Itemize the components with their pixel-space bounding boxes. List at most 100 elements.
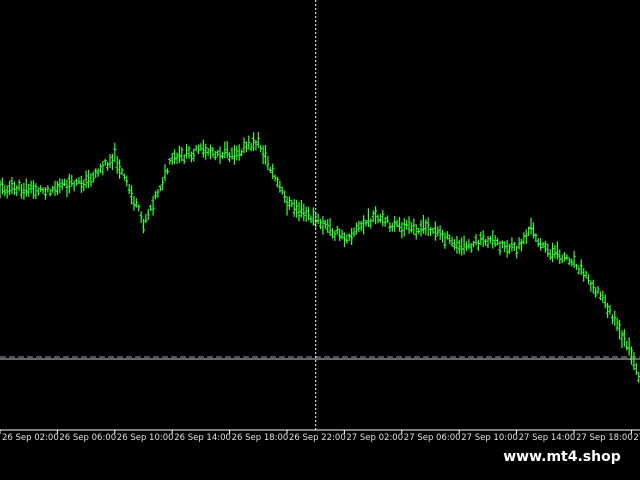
price-bar bbox=[426, 217, 430, 237]
price-bar bbox=[74, 178, 79, 186]
price-chart[interactable] bbox=[0, 0, 640, 450]
price-bar bbox=[562, 252, 567, 262]
price-bar bbox=[436, 226, 440, 237]
price-bar bbox=[192, 148, 196, 162]
price-bar bbox=[10, 177, 14, 194]
price-bar bbox=[165, 168, 170, 175]
price-bar bbox=[242, 137, 246, 154]
price-bar bbox=[218, 146, 222, 164]
price-bar bbox=[586, 273, 591, 285]
price-bar bbox=[271, 163, 275, 180]
price-bar bbox=[531, 222, 536, 239]
price-bar bbox=[292, 199, 296, 217]
price-bar bbox=[397, 216, 402, 232]
price-bars bbox=[0, 131, 640, 383]
price-bar bbox=[589, 280, 593, 292]
price-bar bbox=[359, 220, 363, 231]
price-bar bbox=[462, 235, 466, 255]
price-bar bbox=[316, 213, 320, 225]
price-bar bbox=[402, 218, 406, 237]
time-tick-label: 27 Sep 18:00 bbox=[576, 433, 633, 443]
price-bar bbox=[84, 170, 88, 189]
price-bar bbox=[596, 285, 600, 294]
price-bar bbox=[115, 156, 119, 174]
price-bar bbox=[89, 173, 93, 187]
time-tick-label: 27 Sep 02:00 bbox=[346, 433, 404, 443]
price-bar bbox=[412, 218, 416, 235]
price-bar bbox=[86, 169, 91, 188]
price-bar bbox=[369, 218, 373, 229]
price-bar bbox=[558, 249, 562, 265]
price-bar bbox=[328, 218, 332, 236]
price-bar bbox=[567, 257, 571, 266]
price-bar bbox=[622, 329, 626, 347]
price-bar bbox=[41, 187, 45, 194]
price-bar bbox=[153, 190, 158, 200]
price-bar bbox=[254, 140, 258, 151]
price-bar bbox=[156, 189, 160, 198]
price-bar bbox=[460, 237, 464, 256]
price-bar bbox=[419, 220, 423, 237]
price-bar bbox=[72, 180, 76, 192]
price-bar bbox=[55, 181, 60, 195]
watermark-logo: www.mt4.shop bbox=[496, 445, 628, 470]
price-bar bbox=[488, 235, 492, 244]
price-bar bbox=[493, 235, 497, 248]
price-bar bbox=[146, 208, 150, 220]
price-bar bbox=[512, 241, 516, 251]
time-tick-label: 26 Sep 06:00 bbox=[59, 433, 117, 443]
price-bar bbox=[27, 184, 31, 197]
price-bar bbox=[338, 228, 342, 242]
price-bar bbox=[137, 204, 141, 212]
price-bar bbox=[31, 180, 36, 199]
chart-window[interactable]: 26 Sep 02:00 26 Sep 06:00 26 Sep 10:00 26 S… bbox=[0, 0, 640, 480]
price-bar bbox=[474, 234, 478, 246]
time-tick-label: 26 Sep 10:00 bbox=[116, 433, 174, 443]
price-bar bbox=[5, 185, 9, 199]
price-bar bbox=[433, 221, 437, 241]
price-bar bbox=[244, 141, 248, 153]
price-bar bbox=[19, 183, 24, 199]
price-bar bbox=[598, 291, 603, 301]
price-bar bbox=[285, 196, 289, 216]
price-bar bbox=[565, 254, 569, 261]
price-bar bbox=[22, 182, 26, 200]
price-bar bbox=[555, 241, 559, 260]
price-bar bbox=[118, 159, 122, 179]
price-bar bbox=[362, 215, 366, 235]
time-tick-label: 27 bbox=[633, 433, 640, 443]
price-bar bbox=[149, 204, 153, 211]
price-bar bbox=[484, 238, 488, 246]
price-bar bbox=[543, 241, 548, 253]
price-bar bbox=[613, 310, 617, 326]
price-bar bbox=[424, 219, 428, 236]
price-bar bbox=[610, 314, 614, 325]
price-bar bbox=[309, 215, 313, 223]
price-bar bbox=[275, 176, 280, 188]
price-bar bbox=[476, 239, 481, 251]
price-bar bbox=[627, 337, 631, 356]
price-bar bbox=[505, 240, 509, 258]
price-bar bbox=[347, 233, 351, 241]
price-bar bbox=[249, 143, 253, 152]
price-bar bbox=[400, 222, 404, 239]
price-bar bbox=[546, 243, 550, 258]
price-bar bbox=[452, 239, 457, 251]
price-bar bbox=[304, 206, 308, 222]
price-bar bbox=[208, 144, 213, 160]
time-tick-label: 26 Sep 02:00 bbox=[2, 433, 59, 443]
price-bar bbox=[467, 239, 471, 250]
price-bar bbox=[259, 144, 263, 153]
price-bar bbox=[177, 145, 182, 164]
price-bar bbox=[65, 179, 69, 198]
price-bar bbox=[251, 132, 256, 152]
price-bar bbox=[299, 199, 304, 218]
price-bar bbox=[132, 195, 136, 211]
price-bar bbox=[168, 158, 172, 165]
price-bar bbox=[515, 245, 519, 259]
price-bar bbox=[584, 270, 588, 279]
price-bar bbox=[577, 265, 581, 275]
price-bar bbox=[472, 241, 476, 248]
price-bar bbox=[357, 220, 361, 233]
price-bar bbox=[321, 216, 325, 235]
